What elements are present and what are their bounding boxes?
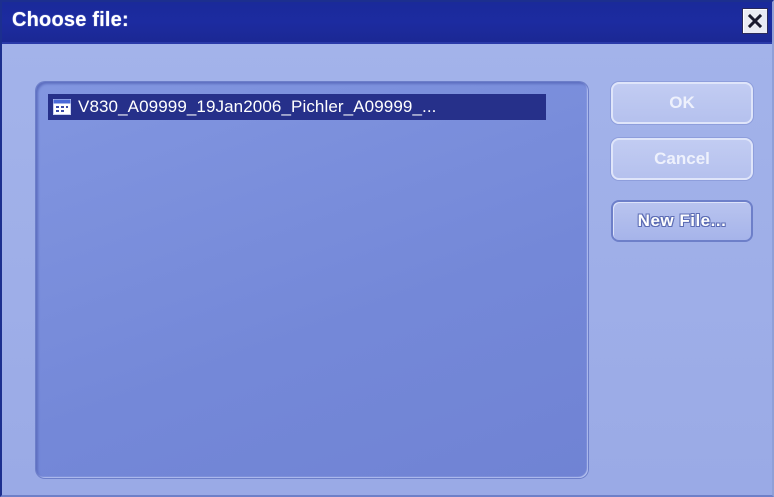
file-list[interactable]: V830_A09999_19Jan2006_Pichler_A09999_... — [36, 82, 588, 478]
choose-file-dialog: Choose file: V830_A09999_19Jan2006_Pichl… — [0, 0, 774, 497]
dialog-body: V830_A09999_19Jan2006_Pichler_A09999_...… — [2, 44, 772, 495]
dialog-title: Choose file: — [12, 9, 129, 31]
ok-button-label: OK — [669, 93, 695, 112]
close-icon — [747, 13, 763, 29]
document-icon — [53, 99, 71, 115]
file-name: V830_A09999_19Jan2006_Pichler_A09999_... — [78, 97, 437, 116]
ok-button[interactable]: OK — [611, 82, 753, 124]
new-file-button[interactable]: New File... — [611, 200, 753, 242]
new-file-button-label: New File... — [637, 211, 727, 230]
title-bar[interactable]: Choose file: — [2, 2, 772, 44]
cancel-button[interactable]: Cancel — [611, 138, 753, 180]
close-button[interactable] — [742, 8, 768, 34]
cancel-button-label: Cancel — [654, 149, 710, 168]
file-list-item[interactable]: V830_A09999_19Jan2006_Pichler_A09999_... — [48, 94, 546, 120]
